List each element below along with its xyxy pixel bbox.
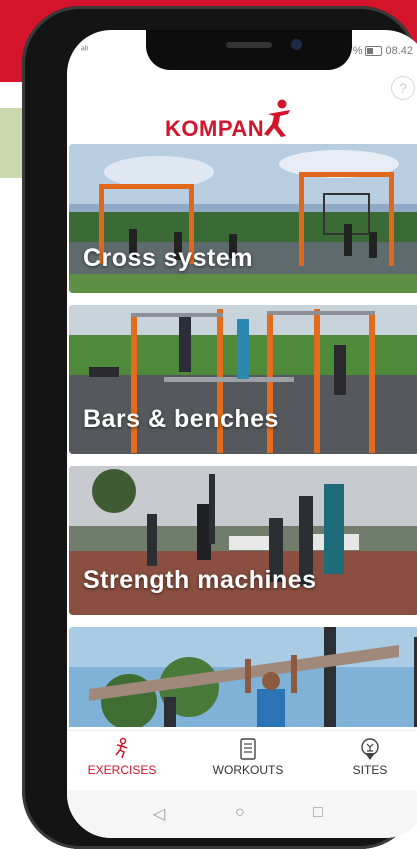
card-cross-system[interactable]: Cross system [69, 144, 417, 293]
card-strength-machines[interactable]: Strength machines [69, 466, 417, 615]
tab-label: WORKOUTS [212, 763, 284, 777]
phone-screen: ᵃᴵᴵ % 08.42 ? KOMPAN Cross system Bars &… [67, 30, 417, 838]
card-label: Bars & benches [83, 405, 279, 433]
system-navigation-bar: ◁ ○ □ [67, 790, 417, 838]
status-right: % 08.42 [353, 45, 413, 57]
kompan-logo: KOMPAN [165, 98, 296, 142]
location-pin-icon [361, 738, 379, 760]
help-button[interactable]: ? [391, 76, 415, 100]
tab-workouts[interactable]: WORKOUTS [193, 737, 303, 777]
clock: 08.42 [385, 45, 413, 57]
card-label: Cross system [83, 244, 253, 272]
recents-button[interactable]: □ [313, 804, 323, 822]
exercise-figure-icon [115, 737, 128, 759]
workout-list-icon [240, 738, 256, 760]
speaker [226, 42, 272, 48]
bottom-navigation: EXERCISES WORKOUTS SITES [67, 730, 417, 791]
phone-frame: ᵃᴵᴵ % 08.42 ? KOMPAN Cross system Bars &… [22, 6, 417, 849]
notch [146, 30, 352, 70]
category-list: Cross system Bars & benches Strength mac… [69, 144, 417, 727]
tab-label: EXERCISES [87, 763, 157, 777]
card-label: Strength machines [83, 566, 317, 594]
monkey-bars-photo [69, 627, 417, 727]
card-bars-benches[interactable]: Bars & benches [69, 305, 417, 454]
brand-name: KOMPAN [165, 116, 265, 141]
battery-icon [365, 46, 383, 56]
kompan-figure-icon [264, 99, 291, 137]
tab-sites[interactable]: SITES [315, 737, 417, 777]
home-button[interactable]: ○ [235, 804, 245, 822]
front-camera [291, 39, 302, 50]
card-partial[interactable] [69, 627, 417, 727]
signal-indicator: ᵃᴵᴵ [81, 45, 89, 56]
battery-percent-symbol: % [352, 45, 363, 57]
back-button[interactable]: ◁ [153, 804, 165, 824]
tab-label: SITES [352, 763, 388, 777]
tab-exercises[interactable]: EXERCISES [67, 737, 177, 777]
